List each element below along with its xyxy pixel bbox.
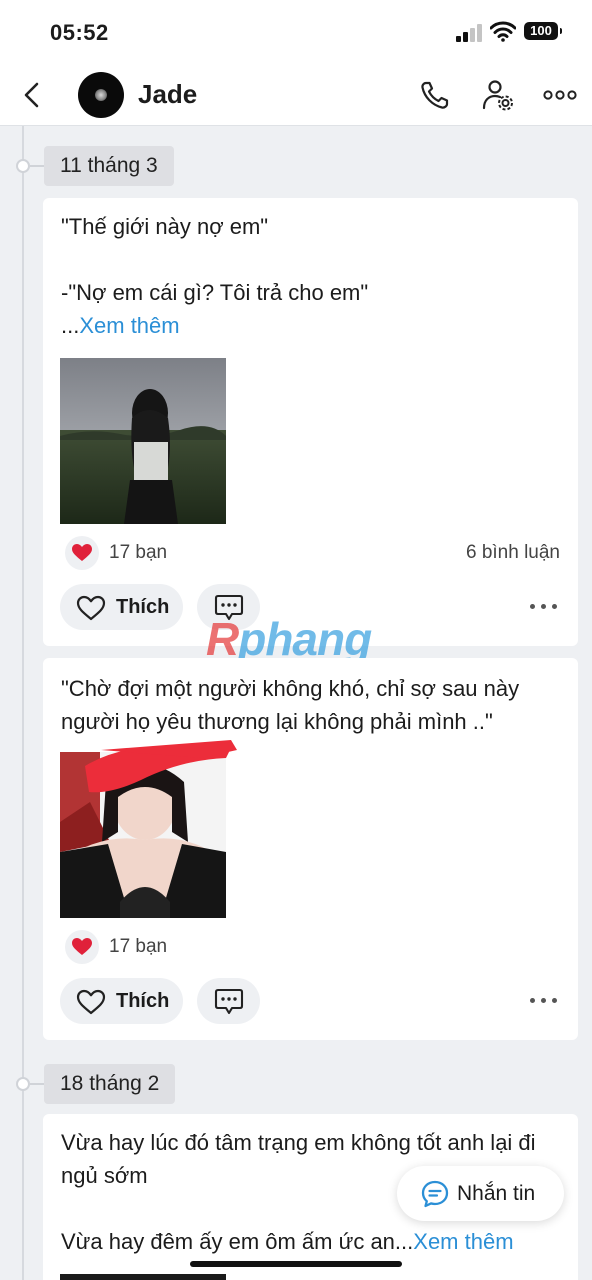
comment-icon	[214, 988, 244, 1015]
heart-icon	[65, 930, 99, 964]
date-label: 11 tháng 3	[44, 146, 174, 186]
profile-settings-icon[interactable]	[481, 78, 515, 112]
post-photo[interactable]	[60, 358, 226, 524]
post-text[interactable]: "Chờ đợi một người không khó, chỉ sợ sau…	[61, 672, 566, 738]
see-more-link[interactable]: Xem thêm	[413, 1229, 513, 1254]
reaction-summary[interactable]: 17 bạn	[65, 536, 205, 570]
message-button[interactable]: Nhắn tin	[397, 1166, 564, 1221]
like-icon	[76, 595, 106, 621]
timeline-connector	[30, 165, 44, 167]
wifi-icon	[490, 21, 516, 42]
profile-header: Jade	[0, 64, 592, 126]
post-options-icon[interactable]	[530, 996, 558, 1006]
date-label: 18 tháng 2	[44, 1064, 176, 1104]
battery-icon: 100	[524, 22, 562, 40]
message-label: Nhắn tin	[457, 1182, 536, 1205]
call-icon[interactable]	[418, 78, 452, 112]
heart-icon	[65, 536, 99, 570]
post-card[interactable]: "Chờ đợi một người không khó, chỉ sợ sau…	[43, 658, 578, 1040]
reaction-count: 17 bạn	[109, 936, 168, 957]
back-icon[interactable]	[18, 80, 46, 110]
like-button[interactable]: Thích	[60, 978, 183, 1024]
like-label: Thích	[116, 990, 170, 1012]
like-icon	[76, 989, 106, 1015]
post-text[interactable]: "Thế giới này nợ em" -"Nợ em cái gì? Tôi…	[61, 210, 368, 342]
avatar[interactable]	[78, 72, 124, 118]
timeline-line	[22, 126, 24, 1280]
post-photo[interactable]	[60, 1274, 226, 1280]
comment-button[interactable]	[197, 978, 260, 1024]
home-indicator[interactable]	[190, 1261, 402, 1267]
battery-level: 100	[530, 23, 552, 38]
status-time: 05:52	[50, 20, 109, 45]
redaction-mark	[85, 740, 237, 793]
chat-icon	[421, 1180, 449, 1208]
like-button[interactable]: Thích	[60, 584, 183, 630]
timeline-dot	[16, 159, 30, 173]
timeline-dot	[16, 1077, 30, 1091]
timeline-connector	[30, 1083, 44, 1085]
post-card[interactable]: "Thế giới này nợ em" -"Nợ em cái gì? Tôi…	[43, 198, 578, 646]
see-more-link[interactable]: Xem thêm	[79, 313, 179, 338]
comment-count[interactable]: 6 bình luận	[466, 542, 560, 564]
status-bar: 05:52 100	[0, 0, 592, 64]
reaction-count: 17 bạn	[109, 542, 168, 563]
signal-icon	[456, 24, 482, 42]
reaction-summary[interactable]: 17 bạn	[65, 930, 205, 964]
more-icon[interactable]	[543, 78, 577, 112]
post-options-icon[interactable]	[530, 602, 558, 612]
profile-name[interactable]: Jade	[138, 79, 197, 110]
like-label: Thích	[116, 596, 170, 618]
